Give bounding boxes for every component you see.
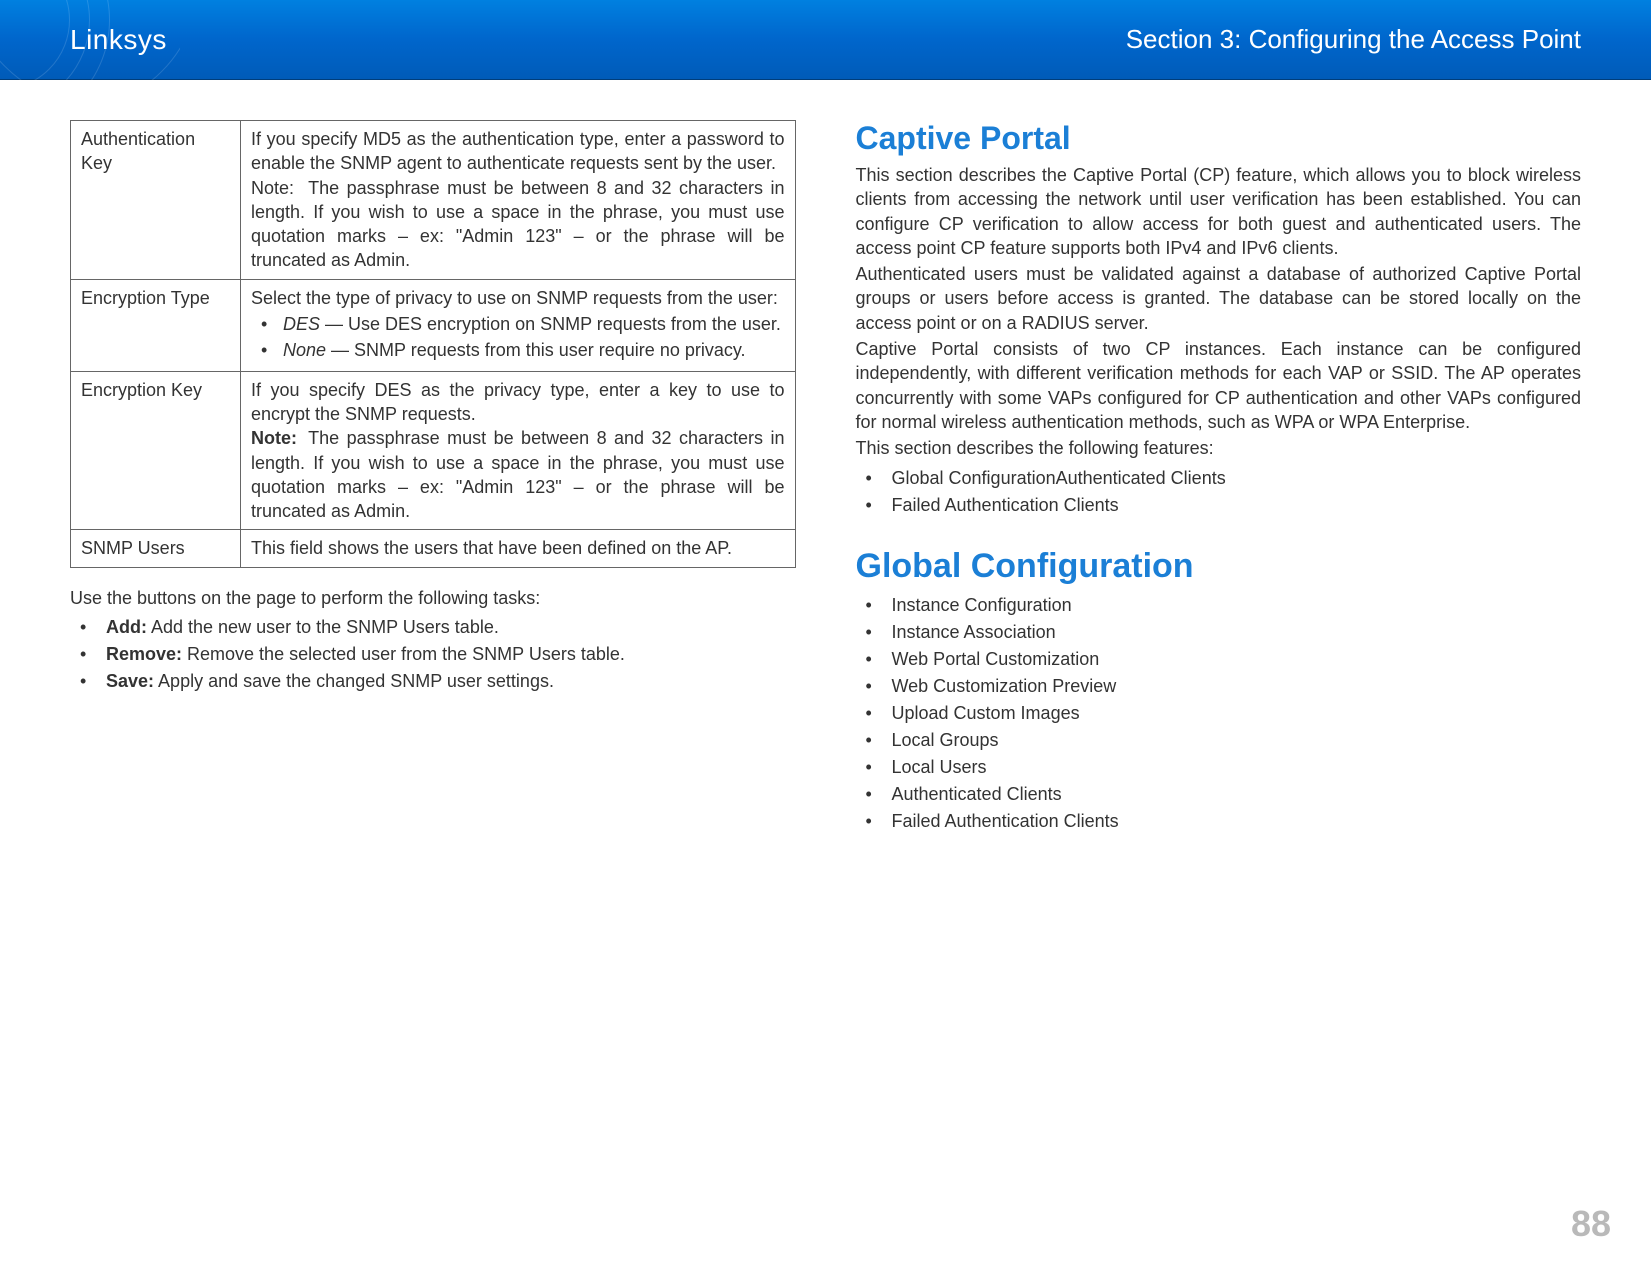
list-item: None — SNMP requests from this user requ… bbox=[251, 338, 785, 362]
tasks-intro: Use the buttons on the page to perform t… bbox=[70, 586, 796, 610]
desc-cell: If you specify MD5 as the authentication… bbox=[241, 121, 796, 280]
table-row: Encryption Key If you specify DES as the… bbox=[71, 371, 796, 530]
list-item: Save: Apply and save the changed SNMP us… bbox=[70, 668, 796, 695]
list-item: Local Users bbox=[856, 754, 1582, 781]
list-item: DES — Use DES encryption on SNMP request… bbox=[251, 312, 785, 336]
desc-intro: If you specify DES as the privacy type, … bbox=[251, 380, 785, 424]
desc-cell: This field shows the users that have bee… bbox=[241, 530, 796, 567]
page-body: Authentication Key If you specify MD5 as… bbox=[0, 80, 1651, 835]
task-text: Add the new user to the SNMP Users table… bbox=[147, 617, 499, 637]
table-row: Authentication Key If you specify MD5 as… bbox=[71, 121, 796, 280]
list-item: Instance Association bbox=[856, 619, 1582, 646]
right-column: Captive Portal This section describes th… bbox=[856, 120, 1582, 835]
option-name: None bbox=[283, 340, 326, 360]
task-lead: Save: bbox=[106, 671, 154, 691]
note-label: Note: bbox=[251, 426, 301, 450]
captive-body: This section describes the Captive Porta… bbox=[856, 163, 1582, 461]
desc-intro: If you specify MD5 as the authentication… bbox=[251, 129, 785, 173]
task-text: Apply and save the changed SNMP user set… bbox=[154, 671, 554, 691]
inner-list: DES — Use DES encryption on SNMP request… bbox=[251, 312, 785, 363]
desc-intro: This field shows the users that have bee… bbox=[251, 538, 732, 558]
list-item: Web Customization Preview bbox=[856, 673, 1582, 700]
note-text: The passphrase must be between 8 and 32 … bbox=[251, 428, 785, 521]
task-lead: Add: bbox=[106, 617, 147, 637]
option-text: — Use DES encryption on SNMP requests fr… bbox=[320, 314, 781, 334]
list-item: Local Groups bbox=[856, 727, 1582, 754]
list-item: Add: Add the new user to the SNMP Users … bbox=[70, 614, 796, 641]
global-config-list: Instance Configuration Instance Associat… bbox=[856, 592, 1582, 835]
list-item: Failed Authentication Clients bbox=[856, 808, 1582, 835]
list-item: Web Portal Customization bbox=[856, 646, 1582, 673]
section-title: Section 3: Configuring the Access Point bbox=[1126, 24, 1581, 55]
desc-cell: If you specify DES as the privacy type, … bbox=[241, 371, 796, 530]
term-cell: Authentication Key bbox=[71, 121, 241, 280]
captive-para: Captive Portal consists of two CP instan… bbox=[856, 337, 1582, 434]
task-lead: Remove: bbox=[106, 644, 182, 664]
global-config-heading: Global Configuration bbox=[856, 547, 1582, 586]
table-row: SNMP Users This field shows the users th… bbox=[71, 530, 796, 567]
captive-para: Authenticated users must be validated ag… bbox=[856, 262, 1582, 335]
list-item: Instance Configuration bbox=[856, 592, 1582, 619]
term-cell: Encryption Key bbox=[71, 371, 241, 530]
list-item: Authenticated Clients bbox=[856, 781, 1582, 808]
tasks-list: Add: Add the new user to the SNMP Users … bbox=[70, 614, 796, 695]
page-number: 88 bbox=[1571, 1203, 1611, 1245]
brand-label: Linksys bbox=[70, 24, 167, 56]
term-cell: SNMP Users bbox=[71, 530, 241, 567]
option-text: — SNMP requests from this user require n… bbox=[326, 340, 745, 360]
task-text: Remove the selected user from the SNMP U… bbox=[182, 644, 625, 664]
term-cell: Encryption Type bbox=[71, 279, 241, 371]
definitions-table: Authentication Key If you specify MD5 as… bbox=[70, 120, 796, 568]
list-item: Failed Authentication Clients bbox=[856, 492, 1582, 519]
note-text: The passphrase must be between 8 and 32 … bbox=[251, 178, 785, 271]
captive-portal-heading: Captive Portal bbox=[856, 120, 1582, 157]
desc-intro: Select the type of privacy to use on SNM… bbox=[251, 288, 778, 308]
list-item: Remove: Remove the selected user from th… bbox=[70, 641, 796, 668]
note-label: Note: bbox=[251, 176, 301, 200]
captive-features-list: Global ConfigurationAuthenticated Client… bbox=[856, 465, 1582, 519]
desc-cell: Select the type of privacy to use on SNM… bbox=[241, 279, 796, 371]
list-item: Global ConfigurationAuthenticated Client… bbox=[856, 465, 1582, 492]
option-name: DES bbox=[283, 314, 320, 334]
table-row: Encryption Type Select the type of priva… bbox=[71, 279, 796, 371]
page-header: Linksys Section 3: Configuring the Acces… bbox=[0, 0, 1651, 80]
left-column: Authentication Key If you specify MD5 as… bbox=[70, 120, 796, 835]
list-item: Upload Custom Images bbox=[856, 700, 1582, 727]
captive-para: This section describes the Captive Porta… bbox=[856, 163, 1582, 260]
captive-para: This section describes the following fea… bbox=[856, 436, 1582, 460]
